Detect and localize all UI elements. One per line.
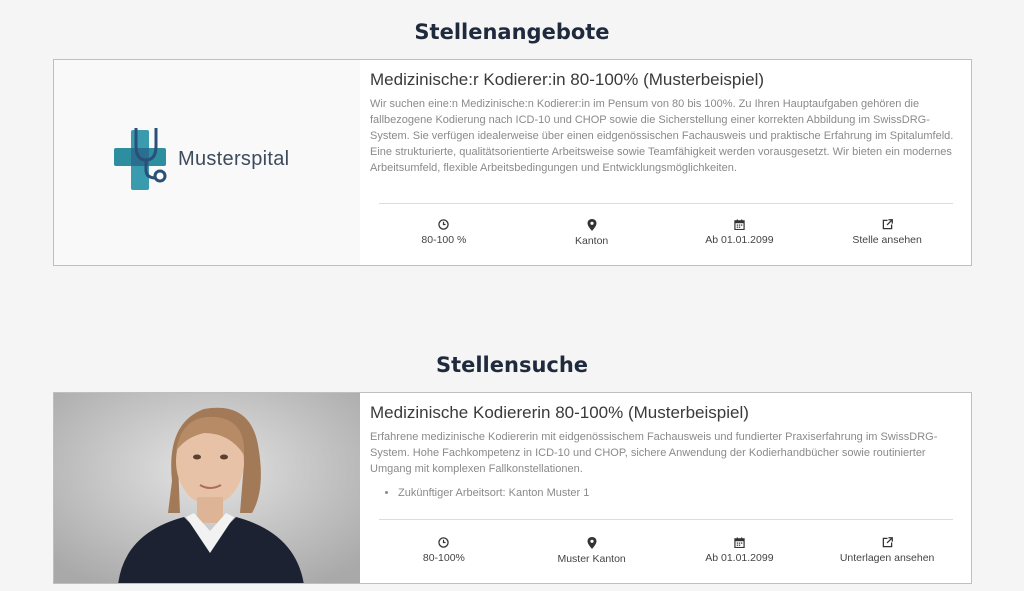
card-divider <box>379 519 953 520</box>
stethoscope-cross-icon <box>114 128 167 190</box>
workload-meta: 80-100 % <box>370 219 518 247</box>
section-title-offers: Stellenangebote <box>414 20 610 44</box>
calendar-icon <box>734 219 745 230</box>
clock-icon <box>438 219 450 230</box>
workload-text: 80-100 % <box>421 234 467 246</box>
clock-icon <box>438 537 450 548</box>
start-date-text: Ab 01.01.2099 <box>705 552 774 564</box>
map-pin-icon <box>587 219 597 231</box>
view-job-text[interactable]: Stelle ansehen <box>852 234 921 246</box>
location-meta: Muster Kanton <box>518 537 666 565</box>
start-date-text: Ab 01.01.2099 <box>705 234 774 246</box>
candidate-photo <box>54 393 360 583</box>
workload-text: 80-100% <box>422 552 465 564</box>
workload-meta: 80-100% <box>370 537 518 565</box>
calendar-icon <box>734 537 745 548</box>
logo-wordmark: Musterspital <box>178 147 290 170</box>
view-documents-link[interactable]: Unterlagen ansehen <box>813 537 961 565</box>
view-documents-text[interactable]: Unterlagen ansehen <box>840 552 935 564</box>
location-meta: Kanton <box>518 219 666 247</box>
view-job-link[interactable]: Stelle ansehen <box>813 219 961 247</box>
person-portrait-image <box>54 393 360 583</box>
external-link-icon <box>882 219 893 230</box>
hospital-logo: Musterspital <box>114 126 289 192</box>
employer-logo-area: Musterspital <box>54 60 360 265</box>
location-text: Kanton <box>574 235 609 247</box>
section-title-search: Stellensuche <box>435 353 589 377</box>
map-pin-icon <box>587 537 597 549</box>
card-divider <box>379 203 953 204</box>
job-offer-card: Musterspital Medizinische:r Kodierer:in … <box>53 59 972 266</box>
location-text: Muster Kanton <box>557 553 626 565</box>
start-date-meta: Ab 01.01.2099 <box>666 219 814 247</box>
start-date-meta: Ab 01.01.2099 <box>666 537 814 565</box>
external-link-icon <box>882 537 893 548</box>
job-seeker-card: Medizinische Kodiererin 80-100% (Musterb… <box>53 392 972 584</box>
